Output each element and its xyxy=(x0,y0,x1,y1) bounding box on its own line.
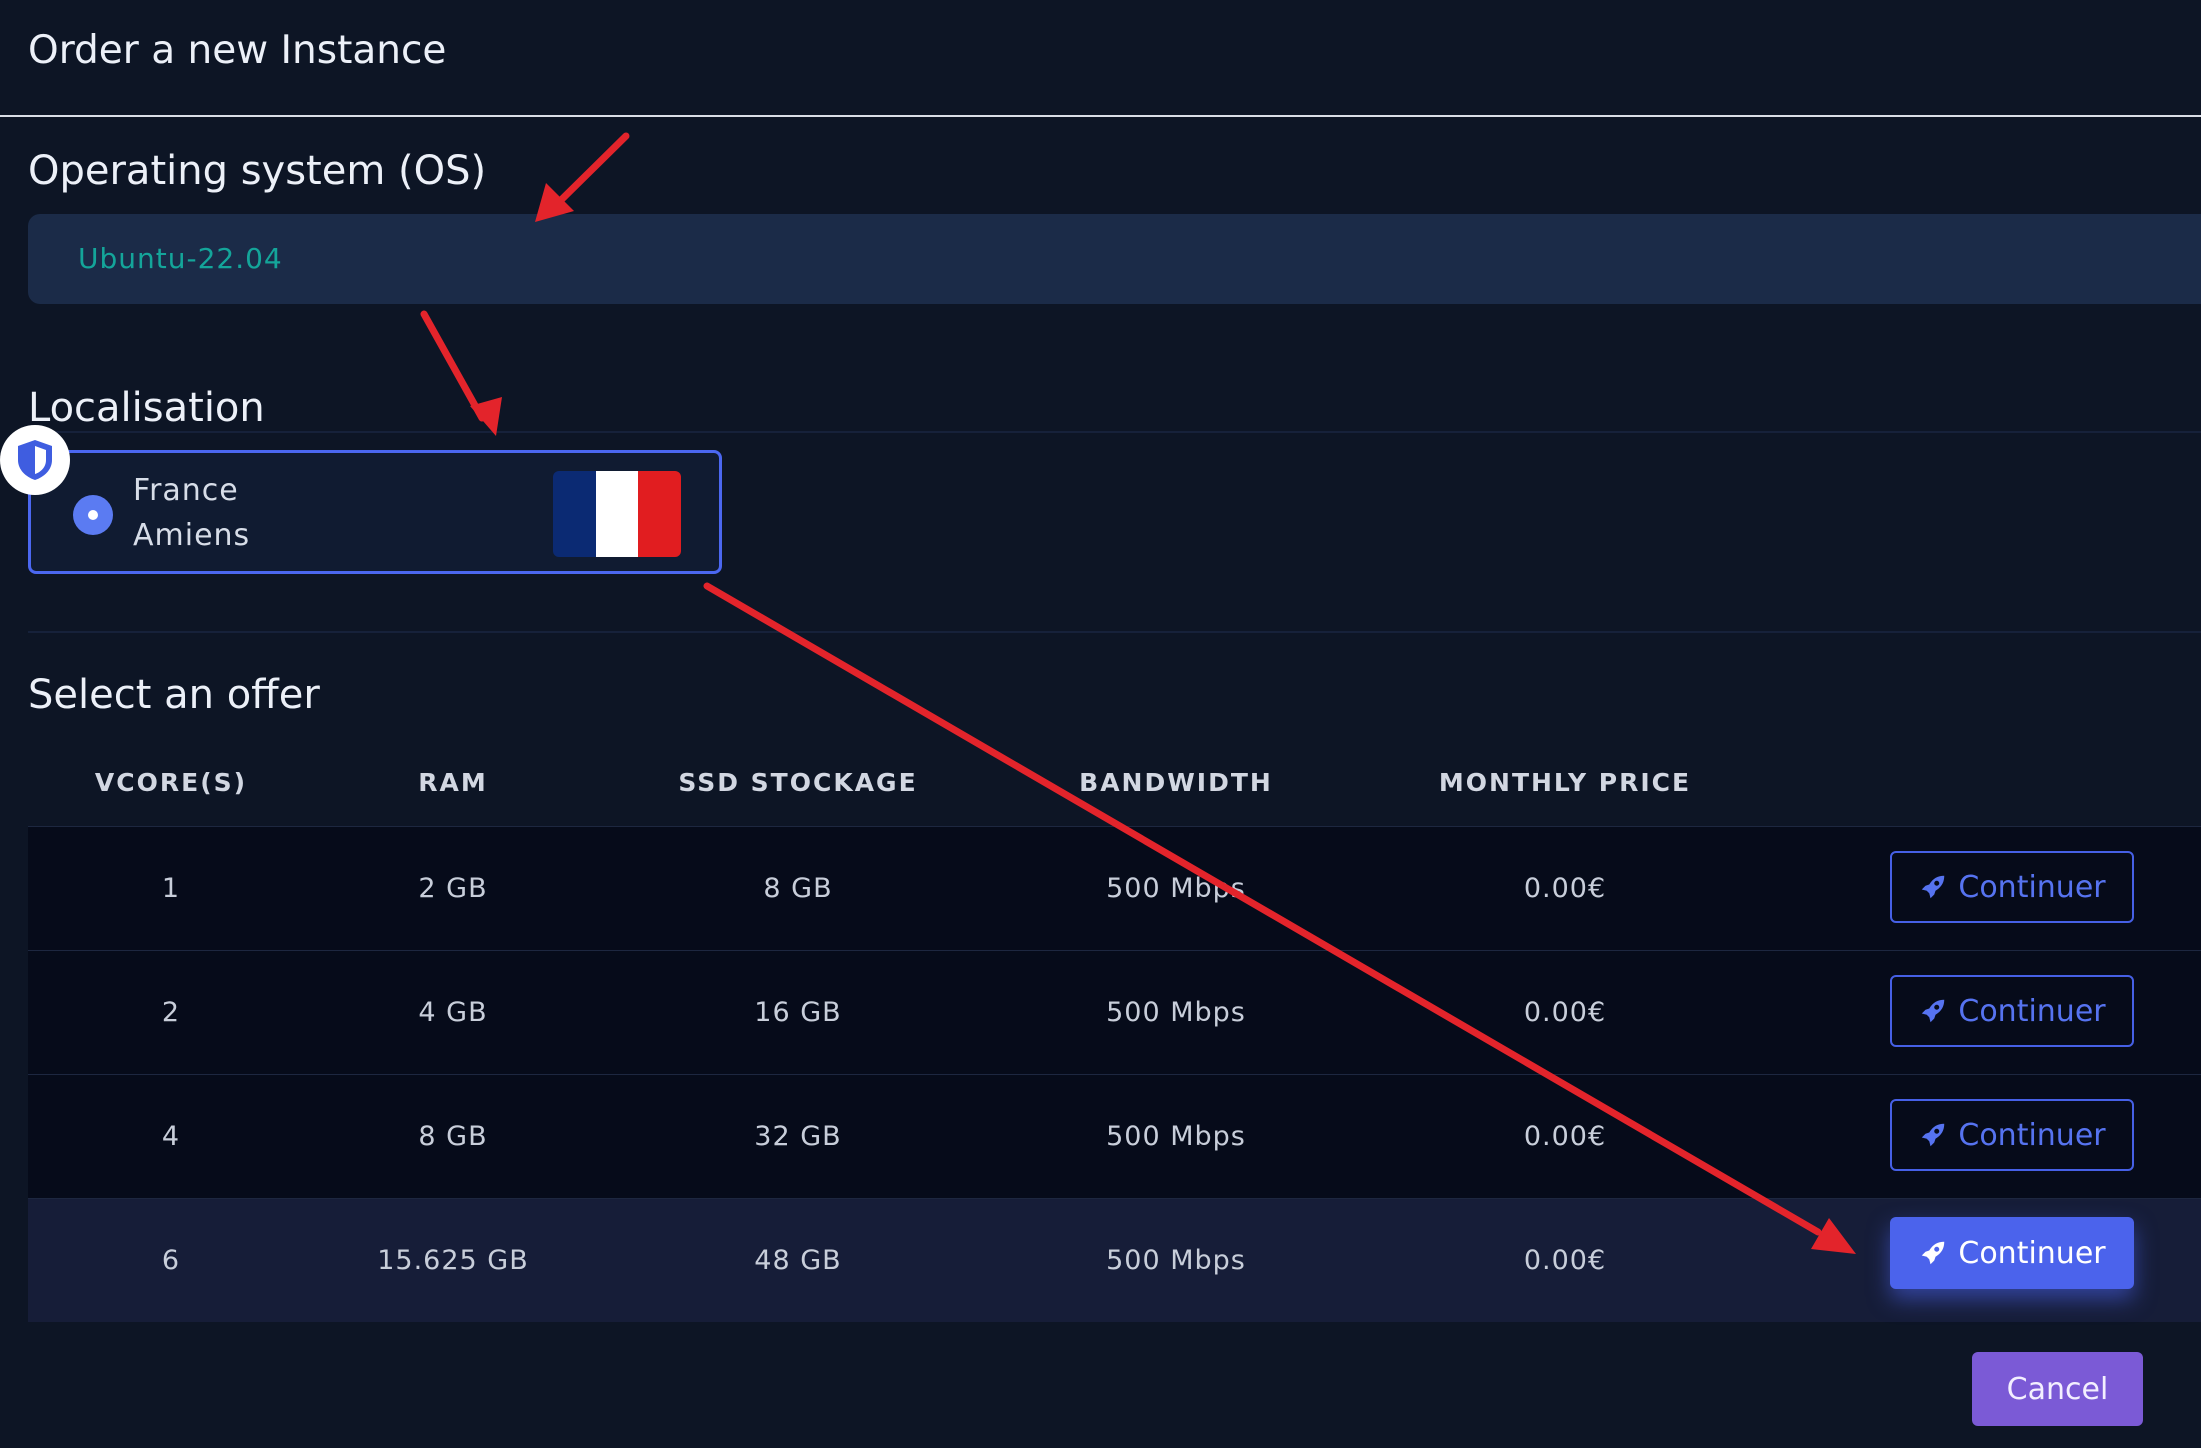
divider xyxy=(28,431,2201,433)
offer-section-title: Select an offer xyxy=(28,672,320,718)
france-flag-icon xyxy=(553,471,681,557)
location-radio[interactable] xyxy=(73,495,113,535)
cell-ssd: 8 GB xyxy=(763,873,833,904)
column-header-bandwidth: BANDWIDTH xyxy=(1079,768,1273,797)
column-header-price: MONTHLY PRICE xyxy=(1438,768,1692,797)
cell-vcores: 4 xyxy=(161,1121,181,1152)
continue-button-label: Continuer xyxy=(1958,993,2106,1029)
annotation-arrow xyxy=(551,132,630,210)
continue-button[interactable]: Continuer xyxy=(1890,851,2134,923)
cell-bandwidth: 500 Mbps xyxy=(1106,1121,1246,1152)
os-section-title: Operating system (OS) xyxy=(28,148,487,194)
cell-ram: 15.625 GB xyxy=(377,1245,529,1276)
table-row: 4 8 GB 32 GB 500 Mbps 0.00€ Continuer xyxy=(28,1074,2201,1198)
cell-ssd: 32 GB xyxy=(754,1121,842,1152)
shield-icon xyxy=(0,425,70,495)
cell-vcores: 1 xyxy=(161,873,181,904)
cell-ram: 4 GB xyxy=(418,997,488,1028)
radio-dot xyxy=(88,510,98,520)
cell-vcores: 2 xyxy=(161,997,181,1028)
os-select[interactable]: Ubuntu-22.04 xyxy=(28,214,2201,304)
modal-title: Order a new Instance xyxy=(28,28,447,73)
table-row-selected: 6 15.625 GB 48 GB 500 Mbps 0.00€ Continu… xyxy=(28,1198,2201,1322)
location-country: France xyxy=(133,473,239,508)
column-header-ssd: SSD STOCKAGE xyxy=(678,768,918,797)
cell-bandwidth: 500 Mbps xyxy=(1106,997,1246,1028)
localisation-section-title: Localisation xyxy=(28,385,265,431)
location-city: Amiens xyxy=(133,518,251,553)
continue-button-label: Continuer xyxy=(1958,869,2106,905)
divider xyxy=(28,631,2201,633)
continue-button-active[interactable]: Continuer xyxy=(1890,1217,2134,1289)
cell-bandwidth: 500 Mbps xyxy=(1106,1245,1246,1276)
cancel-button[interactable]: Cancel xyxy=(1972,1352,2143,1426)
column-header-vcores: VCORE(S) xyxy=(94,768,248,797)
continue-button[interactable]: Continuer xyxy=(1890,975,2134,1047)
cell-price: 0.00€ xyxy=(1523,873,1607,904)
cell-ram: 2 GB xyxy=(418,873,488,904)
cell-ssd: 16 GB xyxy=(754,997,842,1028)
rocket-icon xyxy=(1922,999,1945,1023)
rocket-icon xyxy=(1922,1241,1945,1265)
rocket-icon xyxy=(1922,1123,1945,1147)
column-header-ram: RAM xyxy=(418,768,488,797)
cell-price: 0.00€ xyxy=(1523,997,1607,1028)
location-option-france-amiens[interactable]: France Amiens xyxy=(28,450,722,574)
cell-ssd: 48 GB xyxy=(754,1245,842,1276)
continue-button-label: Continuer xyxy=(1958,1117,2106,1153)
continue-button-label: Continuer xyxy=(1958,1235,2106,1271)
table-row: 2 4 GB 16 GB 500 Mbps 0.00€ Continuer xyxy=(28,950,2201,1074)
cell-price: 0.00€ xyxy=(1523,1245,1607,1276)
cell-ram: 8 GB xyxy=(418,1121,488,1152)
cell-vcores: 6 xyxy=(161,1245,181,1276)
cell-bandwidth: 500 Mbps xyxy=(1106,873,1246,904)
modal-header: Order a new Instance xyxy=(0,0,2201,117)
annotation-arrow xyxy=(420,310,486,422)
cell-price: 0.00€ xyxy=(1523,1121,1607,1152)
os-selected-value: Ubuntu-22.04 xyxy=(78,242,283,275)
table-row: 1 2 GB 8 GB 500 Mbps 0.00€ Continuer xyxy=(28,826,2201,950)
continue-button[interactable]: Continuer xyxy=(1890,1099,2134,1171)
rocket-icon xyxy=(1922,875,1945,899)
